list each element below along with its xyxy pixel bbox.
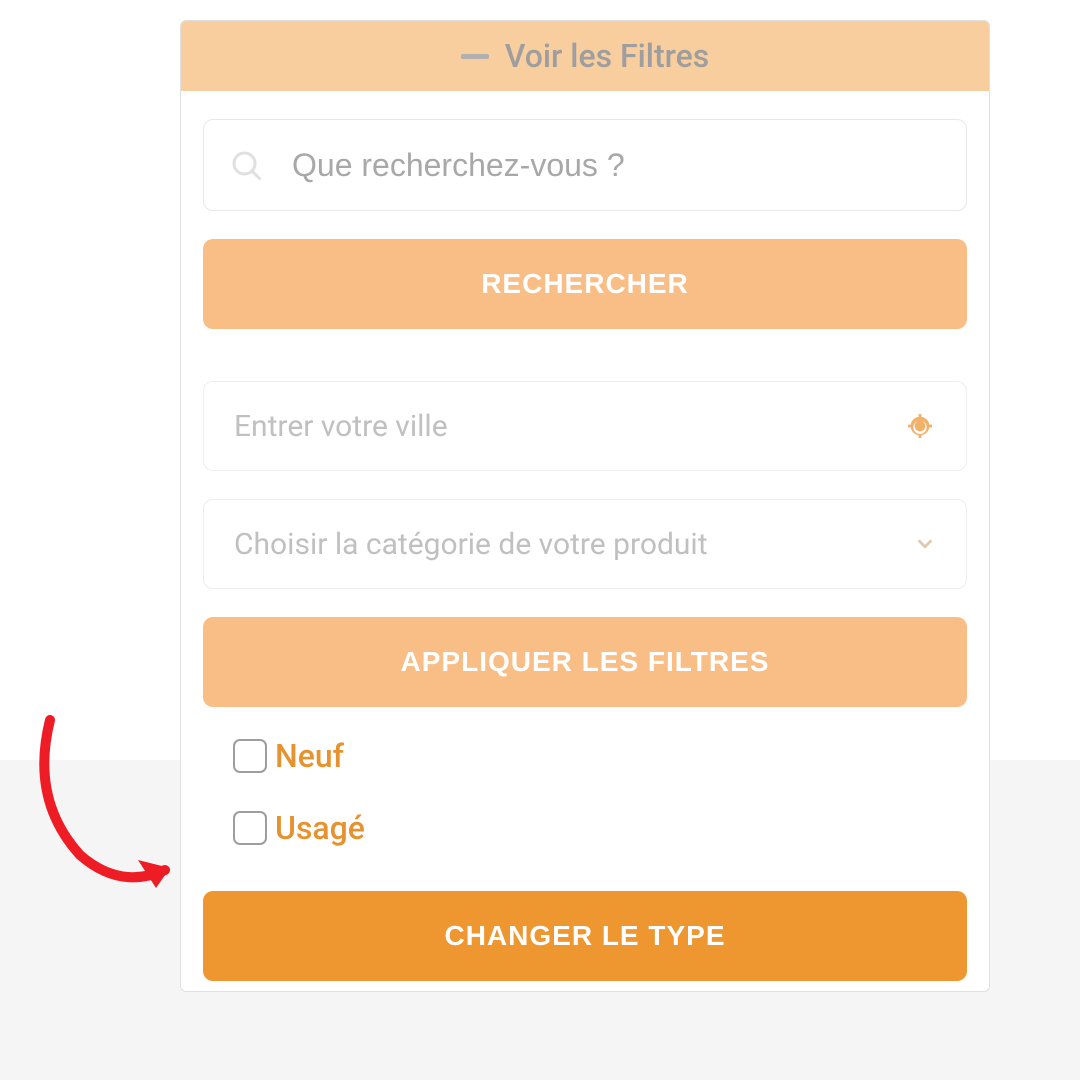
- locate-icon[interactable]: [904, 410, 936, 442]
- change-type-button[interactable]: CHANGER LE TYPE: [203, 891, 967, 981]
- checkbox-box: [233, 811, 267, 845]
- category-placeholder: Choisir la catégorie de votre produit: [234, 527, 708, 562]
- city-placeholder: Entrer votre ville: [234, 409, 448, 444]
- collapse-icon: [461, 54, 489, 59]
- filter-panel-title: Voir les Filtres: [505, 37, 709, 75]
- category-select[interactable]: Choisir la catégorie de votre produit: [203, 499, 967, 589]
- apply-filters-button[interactable]: APPLIQUER LES FILTRES: [203, 617, 967, 707]
- search-field-wrapper: [203, 119, 967, 211]
- search-button[interactable]: RECHERCHER: [203, 239, 967, 329]
- condition-checkbox-neuf[interactable]: Neuf: [233, 737, 937, 775]
- condition-checkbox-group: Neuf Usagé: [203, 707, 967, 891]
- city-input[interactable]: Entrer votre ville: [203, 381, 967, 471]
- checkbox-box: [233, 739, 267, 773]
- checkbox-label: Neuf: [275, 737, 344, 775]
- condition-checkbox-usage[interactable]: Usagé: [233, 809, 937, 847]
- filter-panel-body: RECHERCHER Entrer votre ville Choisir la…: [181, 91, 989, 991]
- filter-panel: Voir les Filtres RECHERCHER Entrer votre…: [180, 20, 990, 992]
- filter-panel-header[interactable]: Voir les Filtres: [181, 21, 989, 91]
- checkbox-label: Usagé: [275, 809, 365, 847]
- search-icon: [228, 147, 264, 183]
- chevron-down-icon: [914, 533, 936, 555]
- search-input[interactable]: [292, 147, 942, 184]
